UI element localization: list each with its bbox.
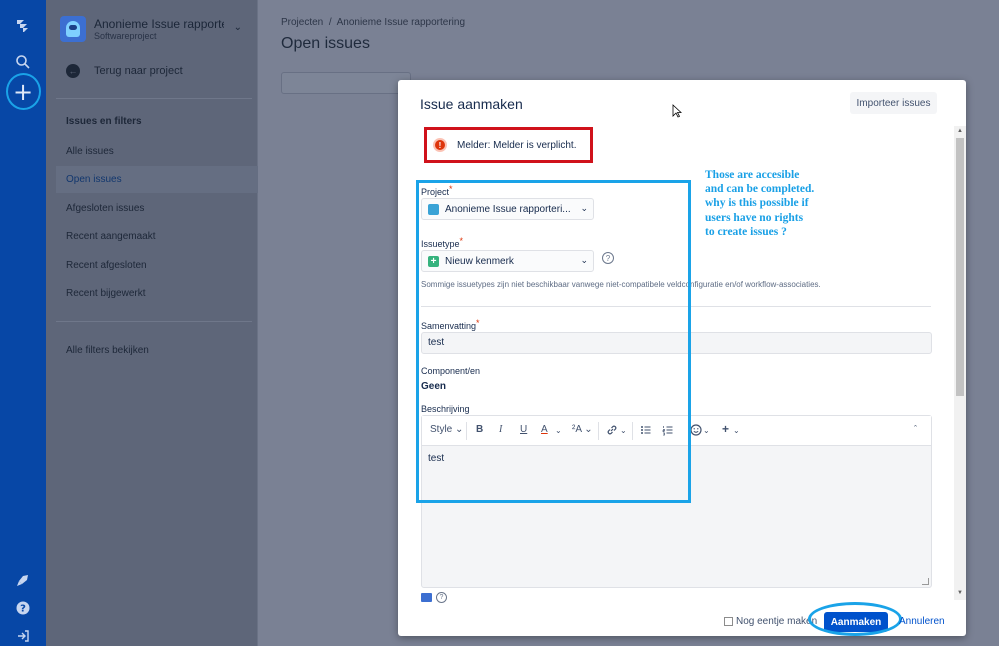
back-to-project-label: Terug naar project — [94, 65, 183, 77]
project-avatar-icon — [428, 203, 439, 215]
issue-search-input[interactable] — [281, 72, 411, 94]
sidebar-item-alle-issues[interactable]: Alle issues — [56, 138, 292, 165]
rocket-icon[interactable] — [0, 568, 46, 592]
text-size-button[interactable]: ²A ⌄ — [572, 424, 593, 435]
project-title: Anonieme Issue rapporteri... — [94, 17, 224, 31]
global-navigation: + ? — [0, 0, 46, 646]
breadcrumb-projects[interactable]: Projecten — [281, 17, 323, 28]
bullet-list-icon[interactable] — [640, 424, 652, 439]
link-icon[interactable] — [606, 424, 618, 439]
project-select-value: Anonieme Issue rapporteri... — [445, 203, 571, 215]
required-marker: * — [476, 318, 480, 328]
sidebar-divider — [56, 98, 252, 99]
chevron-down-icon[interactable]: ⌄ — [234, 22, 242, 33]
form-divider — [421, 306, 931, 307]
breadcrumb-separator: / — [328, 17, 332, 28]
error-message: ! Melder: Melder is verplicht. — [424, 127, 593, 163]
issuetype-select[interactable]: + Nieuw kenmerk ⌄ — [421, 250, 594, 272]
emoticon-icon[interactable] — [690, 424, 702, 439]
issuetype-select-value: Nieuw kenmerk — [445, 255, 514, 267]
bold-button[interactable]: B — [476, 424, 483, 435]
mouse-cursor-icon — [672, 104, 682, 118]
project-select[interactable]: Anonieme Issue rapporteri... ⌄ — [421, 198, 594, 220]
required-marker: * — [449, 184, 453, 194]
scroll-up-arrow-icon[interactable]: ▲ — [956, 128, 964, 136]
resize-handle[interactable] — [922, 578, 929, 585]
underline-button[interactable]: U — [520, 424, 527, 435]
create-button[interactable]: Aanmaken — [824, 612, 888, 632]
editor-mode-icons: ? — [421, 592, 447, 603]
required-marker: * — [459, 236, 464, 246]
project-avatar — [60, 16, 86, 42]
description-text: test — [428, 453, 445, 464]
toolbar-separator — [466, 422, 467, 440]
wiki-markup-icon[interactable] — [421, 593, 432, 602]
dialog-scrollbar[interactable]: ▲ ▼ — [954, 126, 966, 600]
sidebar-section-title: Issues en filters — [66, 116, 142, 127]
chevron-down-icon: ⌄ — [580, 255, 588, 265]
style-dropdown[interactable]: Style ⌄ — [430, 424, 463, 435]
sidebar-item-all-filters[interactable]: Alle filters bekijken — [56, 337, 292, 364]
help-icon[interactable]: ? — [436, 592, 447, 603]
jira-logo-icon[interactable] — [0, 14, 46, 38]
italic-button[interactable]: I — [499, 424, 502, 435]
project-field-label: Project* — [421, 184, 453, 197]
sidebar-item-open-issues[interactable]: Open issues — [56, 166, 292, 193]
logout-icon[interactable] — [0, 624, 46, 646]
issuetype-field-label: Issuetype* — [421, 236, 464, 249]
issuetype-hint: Sommige issuetypes zijn niet beschikbaar… — [421, 280, 821, 289]
breadcrumb: Projecten / Anonieme Issue rapportering — [281, 17, 465, 28]
page-title: Open issues — [281, 35, 370, 52]
create-another-label: Nog eentje maken — [736, 616, 818, 627]
insert-plus-icon[interactable]: + — [722, 422, 729, 436]
editor-toolbar: Style ⌄ B I U A ⌄ ²A ⌄ ⌄ ⌄ + ⌄ ˆ — [422, 416, 931, 446]
scroll-down-arrow-icon[interactable]: ▼ — [956, 590, 964, 598]
chevron-down-icon: ⌄ — [580, 203, 588, 213]
component-field-label: Component/en — [421, 366, 481, 376]
collapse-toolbar-icon[interactable]: ˆ — [914, 424, 917, 434]
breadcrumb-project[interactable]: Anonieme Issue rapportering — [337, 17, 465, 28]
toolbar-separator — [598, 422, 599, 440]
text-color-button[interactable]: A — [541, 424, 548, 435]
project-subtitle: Softwareproject — [94, 31, 157, 41]
description-editor[interactable]: Style ⌄ B I U A ⌄ ²A ⌄ ⌄ ⌄ + ⌄ ˆ test — [421, 415, 932, 588]
error-text: Melder: Melder is verplicht. — [457, 139, 577, 151]
new-feature-icon: + — [428, 255, 439, 267]
project-header[interactable]: Anonieme Issue rapporteri... Softwarepro… — [60, 14, 250, 44]
create-another-checkbox[interactable]: Nog eentje maken — [724, 616, 817, 627]
numbered-list-icon[interactable] — [662, 424, 674, 439]
chevron-down-icon[interactable]: ⌄ — [620, 426, 627, 435]
sidebar-item-recent-aangemaakt[interactable]: Recent aangemaakt — [56, 223, 292, 250]
description-field-label: Beschrijving — [421, 404, 470, 414]
chevron-down-icon[interactable]: ⌄ — [703, 426, 710, 435]
arrow-left-icon: ← — [66, 64, 80, 78]
annotation-highlight-circle — [6, 73, 41, 110]
search-icon[interactable] — [0, 50, 46, 74]
help-icon[interactable]: ? — [0, 596, 46, 620]
sidebar-item-recent-afgesloten[interactable]: Recent afgesloten — [56, 252, 292, 279]
checkbox[interactable] — [724, 617, 733, 626]
sidebar-item-afgesloten-issues[interactable]: Afgesloten issues — [56, 195, 292, 222]
back-to-project-link[interactable]: ← Terug naar project — [66, 64, 183, 78]
cancel-link[interactable]: Annuleren — [899, 616, 945, 627]
component-value[interactable]: Geen — [421, 381, 446, 392]
toolbar-separator — [632, 422, 633, 440]
summary-field-label: Samenvatting* — [421, 318, 480, 331]
chevron-down-icon[interactable]: ⌄ — [733, 426, 740, 435]
error-icon: ! — [433, 138, 447, 152]
project-sidebar: Anonieme Issue rapporteri... Softwarepro… — [46, 0, 292, 646]
summary-input[interactable]: test — [421, 332, 932, 354]
svg-text:?: ? — [20, 604, 26, 615]
sidebar-divider — [56, 321, 252, 322]
scrollbar-thumb[interactable] — [956, 138, 964, 396]
sidebar-item-recent-bijgewerkt[interactable]: Recent bijgewerkt — [56, 280, 292, 307]
create-issue-dialog: Issue aanmaken Importeer issues ▲ ▼ ! Me… — [398, 80, 966, 636]
annotation-text: Those are accesible and can be completed… — [705, 169, 815, 238]
dialog-title: Issue aanmaken — [420, 96, 523, 112]
import-issues-button[interactable]: Importeer issues — [850, 92, 937, 114]
help-icon[interactable]: ? — [602, 252, 614, 264]
chevron-down-icon[interactable]: ⌄ — [555, 426, 562, 435]
